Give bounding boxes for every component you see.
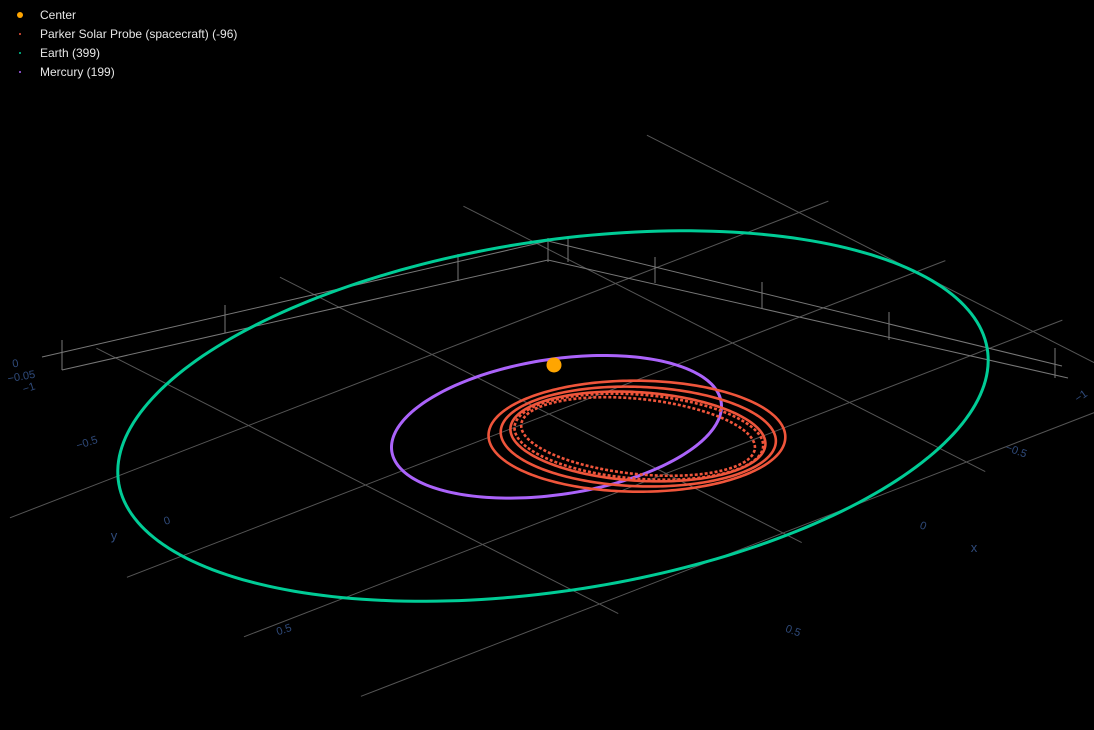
- parker-orbit: [509, 390, 767, 483]
- grid-lines: [9, 134, 1094, 697]
- y-tick: 0.5: [275, 622, 293, 638]
- parker-orbit: [513, 392, 765, 482]
- gridline-y: [96, 347, 619, 614]
- legend-item-mercury[interactable]: Mercury (199): [14, 62, 237, 81]
- legend-label: Earth (399): [40, 45, 101, 60]
- legend-marker-icon: [14, 11, 26, 18]
- legend-item-earth[interactable]: Earth (399): [14, 43, 237, 62]
- x-axis-title: x: [971, 540, 978, 555]
- x-tick: −1: [1073, 388, 1090, 405]
- center-marker: [546, 357, 562, 373]
- legend-item-center[interactable]: Center: [14, 5, 237, 24]
- legend-marker-icon: [14, 70, 26, 73]
- gridline-x: [9, 200, 829, 519]
- legend: Center Parker Solar Probe (spacecraft) (…: [14, 5, 237, 81]
- back-wall-lower: [61, 259, 1069, 379]
- y-tick: 0: [162, 514, 172, 527]
- z-tick: 0: [11, 358, 19, 371]
- y-tick: −0.5: [75, 434, 99, 452]
- gridline-y: [646, 134, 1094, 364]
- legend-marker-icon: [14, 51, 26, 54]
- x-tick: 0.5: [784, 623, 802, 640]
- gridline-y: [463, 205, 986, 472]
- x-tick: −0.5: [1004, 442, 1029, 461]
- legend-label: Parker Solar Probe (spacecraft) (-96): [40, 26, 238, 41]
- x-tick: 0: [918, 519, 928, 532]
- back-wall-upper: [41, 240, 1063, 367]
- legend-label: Mercury (199): [40, 64, 115, 79]
- plot-area[interactable]: −1−0.500.5−1−0.500.50−0.05xy: [0, 0, 1094, 730]
- gridline-x: [360, 412, 1094, 697]
- y-tick: −1: [21, 381, 37, 396]
- y-axis-title: y: [111, 528, 118, 543]
- legend-item-parker-solar-probe[interactable]: Parker Solar Probe (spacecraft) (-96): [14, 24, 237, 43]
- legend-marker-icon: [14, 32, 26, 35]
- legend-label: Center: [40, 7, 77, 22]
